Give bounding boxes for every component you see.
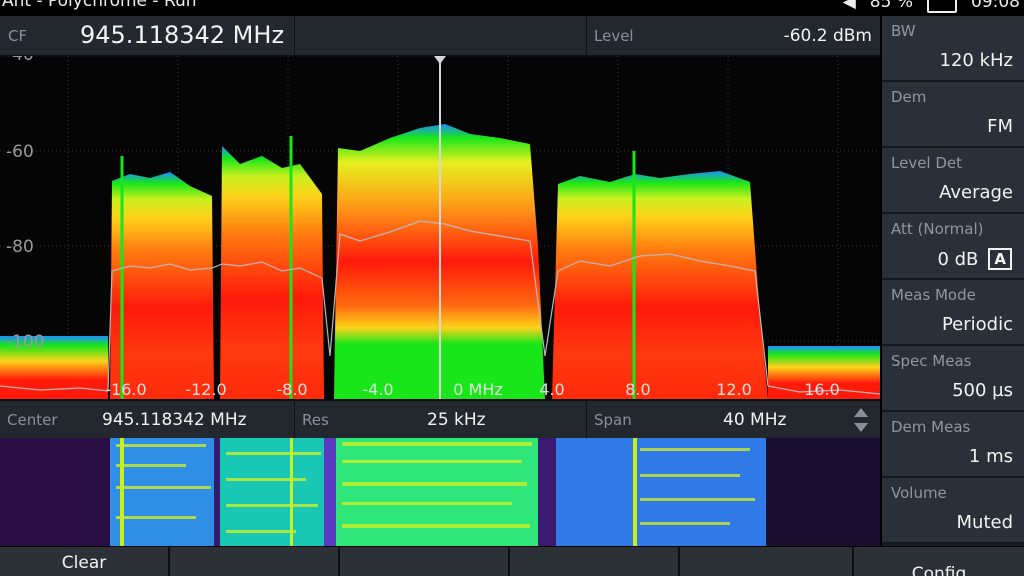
softkey-clear[interactable]: Clear [0, 547, 170, 576]
setting-dem-meas[interactable]: Dem Meas 1 ms [882, 412, 1024, 478]
setting-value: Periodic [941, 314, 1013, 335]
span-label: Span [594, 411, 632, 429]
setting-label: Level Det [891, 154, 963, 172]
x-tick-label: 4.0 [539, 380, 564, 399]
x-tick-label: -8.0 [276, 380, 307, 399]
cf-label: CF [8, 27, 28, 45]
y-tick-label: -100 [6, 332, 45, 352]
span-value[interactable]: 40 MHz [723, 410, 786, 430]
center-label: Center [7, 411, 58, 429]
settings-panel: BW 120 kHz Dem FM Level Det Average Att … [882, 16, 1024, 546]
marker-handle-icon[interactable] [434, 56, 446, 64]
span-bar: Center 945.118342 MHz Res 25 kHz Span 40… [0, 400, 880, 438]
battery-icon [927, 0, 957, 13]
cf-value[interactable]: 945.118342 MHz [80, 21, 284, 49]
setting-value: 500 µs [952, 380, 1013, 401]
setting-level-det[interactable]: Level Det Average [882, 148, 1024, 214]
setting-spec-meas[interactable]: Spec Meas 500 µs [882, 346, 1024, 412]
setting-dem[interactable]: Dem FM [882, 82, 1024, 148]
softkey-3[interactable] [340, 547, 510, 576]
setting-label: Volume [891, 484, 947, 502]
softkey-2[interactable] [170, 547, 340, 576]
y-tick-label: -80 [6, 237, 34, 257]
res-value[interactable]: 25 kHz [427, 410, 486, 430]
setting-value: FM [987, 116, 1013, 137]
setting-label: Spec Meas [891, 352, 972, 370]
setting-attenuation[interactable]: Att (Normal) 0 dB A [882, 214, 1024, 280]
level-value[interactable]: -60.2 dBm [784, 26, 872, 46]
setting-label: Att (Normal) [891, 220, 984, 238]
spectrum-graphic: -40 -60 -80 -100 -16.0 -12.0 -8.0 -4.0 0… [0, 56, 880, 399]
app-title: Ant - Polychrome - Run [2, 0, 197, 11]
setting-label: BW [891, 22, 916, 40]
softkey-bar: Clear Config [0, 547, 1024, 576]
softkey-config[interactable]: Config [854, 547, 1024, 576]
setting-value: Muted [956, 512, 1014, 533]
auto-badge: A [988, 248, 1012, 270]
x-tick-label: 12.0 [716, 380, 752, 399]
res-label: Res [302, 411, 329, 429]
setting-label: Dem [891, 88, 927, 106]
center-value[interactable]: 945.118342 MHz [102, 410, 247, 430]
signal-block-2 [220, 146, 324, 399]
setting-label: Dem Meas [891, 418, 971, 436]
y-tick-label: -40 [6, 56, 34, 65]
setting-value: 1 ms [968, 446, 1013, 467]
setting-meas-mode[interactable]: Meas Mode Periodic [882, 280, 1024, 346]
softkey-5[interactable] [680, 547, 854, 576]
signal-block-1 [110, 172, 214, 399]
speaker-icon: ◀ [842, 0, 856, 12]
clock: 09:08 [971, 0, 1020, 12]
x-tick-label: -4.0 [362, 380, 393, 399]
x-tick-label: 8.0 [625, 380, 650, 399]
setting-value: 120 kHz [939, 50, 1014, 71]
level-label: Level [594, 27, 634, 45]
softkey-4[interactable] [510, 547, 680, 576]
setting-value: 0 dB [937, 248, 979, 270]
waterfall-display[interactable] [0, 438, 880, 546]
setting-bw[interactable]: BW 120 kHz [882, 16, 1024, 82]
signal-block-4 [552, 171, 768, 399]
x-tick-label: 16.0 [804, 380, 840, 399]
waterfall-graphic [0, 438, 880, 546]
x-tick-label: -16.0 [105, 380, 146, 399]
status-bar: Ant - Polychrome - Run ◀ 85 % 09:08 [0, 0, 1024, 14]
x-tick-label: 0 MHz [453, 380, 503, 399]
center-frequency-bar: CF 945.118342 MHz Level -60.2 dBm [0, 16, 880, 56]
x-tick-label: -12.0 [185, 380, 226, 399]
setting-value: Average [939, 182, 1013, 203]
span-stepper-icon[interactable] [852, 405, 870, 435]
y-tick-label: -60 [6, 142, 34, 162]
battery-percent: 85 % [869, 0, 913, 12]
spectrum-plot[interactable]: -40 -60 -80 -100 -16.0 -12.0 -8.0 -4.0 0… [0, 56, 880, 399]
setting-volume[interactable]: Volume Muted [882, 478, 1024, 544]
setting-label: Meas Mode [891, 286, 976, 304]
